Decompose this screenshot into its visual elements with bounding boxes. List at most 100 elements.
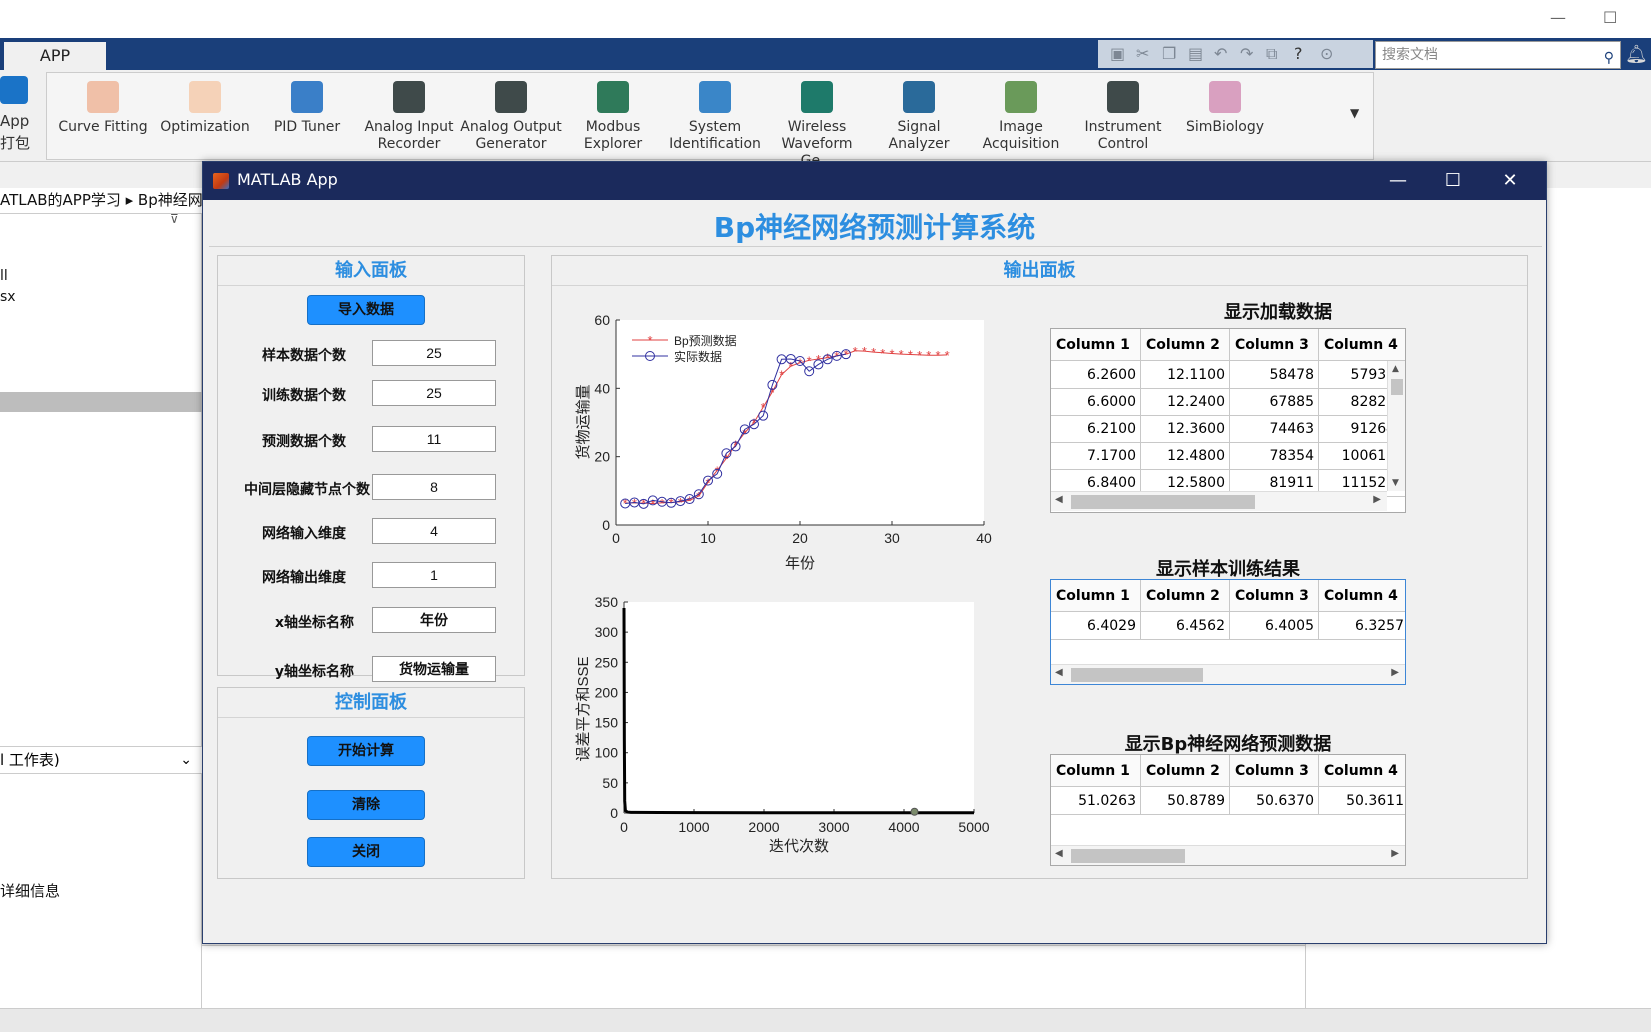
scroll-left-icon[interactable]: ◀	[1055, 667, 1063, 678]
horizontal-scrollbar[interactable]: ◀ ▶	[1051, 845, 1405, 865]
scroll-down-icon[interactable]: ▼	[1392, 478, 1399, 488]
vertical-scrollbar[interactable]: ▲ ▼	[1387, 361, 1405, 491]
ribbon-app-image-acquisition[interactable]: Image Acquisition	[969, 75, 1073, 153]
file-list-item[interactable]: sx	[0, 289, 16, 305]
ribbon-app-modbus[interactable]: Modbus Explorer	[561, 75, 665, 153]
ribbon-app-analog-output[interactable]: Analog Output Generator	[459, 75, 563, 153]
table-cell[interactable]: 12.3600	[1141, 415, 1230, 443]
copy-icon[interactable]: ❐	[1162, 44, 1176, 63]
column-header[interactable]: Column 1	[1051, 580, 1141, 612]
clear-button[interactable]: 清除	[307, 790, 425, 820]
scrollbar-thumb[interactable]	[1071, 849, 1185, 863]
notification-bell-icon[interactable]: 🔔︎	[1625, 44, 1648, 65]
table-cell[interactable]: 6.2600	[1051, 361, 1141, 389]
train-count-input[interactable]: 25	[372, 380, 496, 406]
table-cell[interactable]: 7.1700	[1051, 442, 1141, 470]
column-header[interactable]: Column 2	[1141, 580, 1230, 612]
table-cell[interactable]: 58478	[1230, 361, 1319, 389]
table-cell[interactable]: 6.4562	[1141, 612, 1230, 640]
column-header[interactable]: Column 4	[1319, 755, 1405, 787]
column-header[interactable]: Column 1	[1051, 329, 1141, 361]
file-list-item[interactable]: ll	[0, 268, 8, 284]
scroll-up-icon[interactable]: ▲	[1392, 364, 1399, 374]
loaded-data-table[interactable]: Column 1 Column 2 Column 3 Column 4 6.2600 12…	[1050, 328, 1406, 513]
y-axis-name-input[interactable]: 货物运输量	[372, 656, 496, 682]
help-icon[interactable]: ?	[1294, 44, 1303, 63]
ribbon-app-system-identification[interactable]: System Identification	[663, 75, 767, 153]
maximize-icon[interactable]: ☐	[1433, 166, 1473, 196]
scroll-left-icon[interactable]: ◀	[1055, 848, 1063, 859]
import-data-button[interactable]: 导入数据	[307, 295, 425, 325]
ribbon-app-analog-input[interactable]: Analog Input Recorder	[357, 75, 461, 153]
input-dim-input[interactable]: 4	[372, 518, 496, 544]
command-window[interactable]	[202, 945, 1305, 1008]
table-cell[interactable]: 6.2100	[1051, 415, 1141, 443]
scrollbar-thumb[interactable]	[1071, 495, 1255, 509]
breadcrumb[interactable]: ATLAB的APP学习 ▸ Bp神经网	[0, 188, 202, 214]
panel-menu-icon[interactable]: ⊽	[170, 212, 179, 226]
column-header[interactable]: Column 4	[1319, 329, 1405, 361]
ribbon-app-instrument-control[interactable]: Instrument Control	[1071, 75, 1175, 153]
ribbon-app-optimization[interactable]: Optimization	[153, 75, 257, 136]
scroll-left-icon[interactable]: ◀	[1055, 494, 1063, 505]
paste-icon[interactable]: ▤	[1188, 44, 1203, 63]
ribbon-app-curve-fitting[interactable]: Curve Fitting	[51, 75, 155, 136]
package-app-button[interactable]: App 打包	[0, 72, 32, 154]
table-cell[interactable]: 50.6370	[1230, 787, 1319, 815]
workspace-dropdown[interactable]: l 工作表) ⌄	[0, 746, 202, 774]
table-cell[interactable]: 74463	[1230, 415, 1319, 443]
table-cell[interactable]: 50.3611	[1319, 787, 1405, 815]
maximize-icon[interactable]: ☐	[1603, 8, 1617, 27]
scroll-right-icon[interactable]: ▶	[1391, 667, 1399, 678]
switch-windows-icon[interactable]: ⧉	[1266, 44, 1277, 64]
horizontal-scrollbar[interactable]: ◀ ▶	[1051, 491, 1387, 511]
table-cell[interactable]: 12.1100	[1141, 361, 1230, 389]
redo-icon[interactable]: ↷	[1240, 44, 1253, 63]
ribbon-app-simbiology[interactable]: SimBiology	[1173, 75, 1277, 136]
column-header[interactable]: Column 4	[1319, 580, 1405, 612]
community-icon[interactable]: ⊙	[1320, 44, 1333, 63]
table-cell[interactable]: 67885	[1230, 388, 1319, 416]
column-header[interactable]: Column 2	[1141, 329, 1230, 361]
scrollbar-thumb[interactable]	[1391, 379, 1403, 395]
column-header[interactable]: Column 3	[1230, 755, 1319, 787]
scrollbar-thumb[interactable]	[1071, 668, 1203, 682]
output-dim-input[interactable]: 1	[372, 562, 496, 588]
predict-data-table[interactable]: Column 1 Column 2 Column 3 Column 4 51.0263 5…	[1050, 754, 1406, 866]
scroll-right-icon[interactable]: ▶	[1391, 848, 1399, 859]
table-cell[interactable]: 6.4005	[1230, 612, 1319, 640]
search-documentation-input[interactable]: 搜索文档 ⚲	[1375, 41, 1621, 69]
column-header[interactable]: Column 3	[1230, 329, 1319, 361]
column-header[interactable]: Column 3	[1230, 580, 1319, 612]
table-cell[interactable]: 51.0263	[1051, 787, 1141, 815]
table-cell[interactable]: 78354	[1230, 442, 1319, 470]
tab-app[interactable]: APP	[4, 42, 106, 70]
save-icon[interactable]: ▣	[1110, 44, 1125, 63]
table-cell[interactable]: 12.4800	[1141, 442, 1230, 470]
search-icon[interactable]: ⚲	[1604, 45, 1614, 71]
table-cell[interactable]: 6.3257	[1319, 612, 1405, 640]
sample-count-input[interactable]: 25	[372, 340, 496, 366]
ribbon-app-wireless-waveform[interactable]: WirelessWaveform Ge...	[765, 75, 869, 170]
ribbon-app-pid-tuner[interactable]: PID Tuner	[255, 75, 359, 136]
predict-count-input[interactable]: 11	[372, 426, 496, 452]
column-header[interactable]: Column 1	[1051, 755, 1141, 787]
minimize-icon[interactable]: —	[1378, 166, 1418, 196]
table-cell[interactable]: 50.8789	[1141, 787, 1230, 815]
train-result-table[interactable]: Column 1 Column 2 Column 3 Column 4 6.4029 6.…	[1050, 579, 1406, 685]
table-cell[interactable]: 6.6000	[1051, 388, 1141, 416]
hidden-nodes-input[interactable]: 8	[372, 474, 496, 500]
table-cell[interactable]: 12.2400	[1141, 388, 1230, 416]
gallery-expand-icon[interactable]: ▼	[1350, 106, 1359, 120]
close-button[interactable]: 关闭	[307, 837, 425, 867]
cut-icon[interactable]: ✂	[1136, 44, 1149, 63]
x-axis-name-input[interactable]: 年份	[372, 607, 496, 633]
close-icon[interactable]: ✕	[1490, 166, 1530, 196]
start-compute-button[interactable]: 开始计算	[307, 736, 425, 766]
ribbon-app-signal-analyzer[interactable]: Signal Analyzer	[867, 75, 971, 153]
scroll-right-icon[interactable]: ▶	[1373, 494, 1381, 505]
undo-icon[interactable]: ↶	[1214, 44, 1227, 63]
minimize-icon[interactable]: —	[1550, 8, 1566, 27]
horizontal-scrollbar[interactable]: ◀ ▶	[1051, 664, 1405, 684]
table-cell[interactable]: 6.4029	[1051, 612, 1141, 640]
